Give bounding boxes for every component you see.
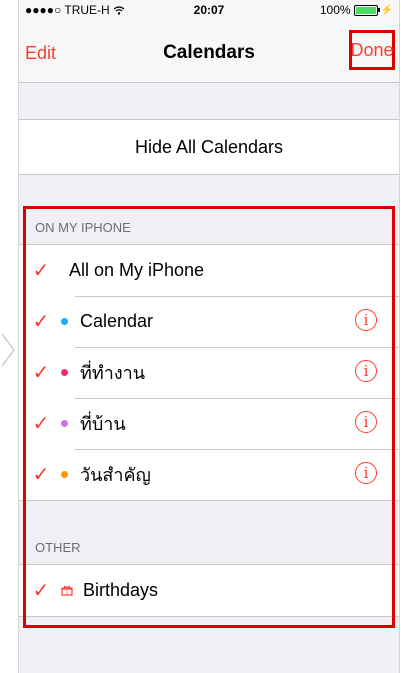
highlight-box	[23, 206, 395, 628]
status-bar: ●●●●○ TRUE-H 20:07 100% ⚡	[19, 0, 399, 20]
done-button[interactable]: Done	[349, 30, 395, 70]
battery-icon	[353, 4, 380, 16]
navigation-bar: Edit Calendars Done	[19, 20, 399, 83]
page-title: Calendars	[163, 42, 255, 63]
phone-screen: ●●●●○ TRUE-H 20:07 100% ⚡ Edit Calendars…	[18, 0, 400, 673]
status-time: 20:07	[193, 3, 225, 17]
left-edge-arrow-icon	[1, 333, 15, 367]
hide-all-calendars-button[interactable]: Hide All Calendars	[19, 119, 399, 175]
